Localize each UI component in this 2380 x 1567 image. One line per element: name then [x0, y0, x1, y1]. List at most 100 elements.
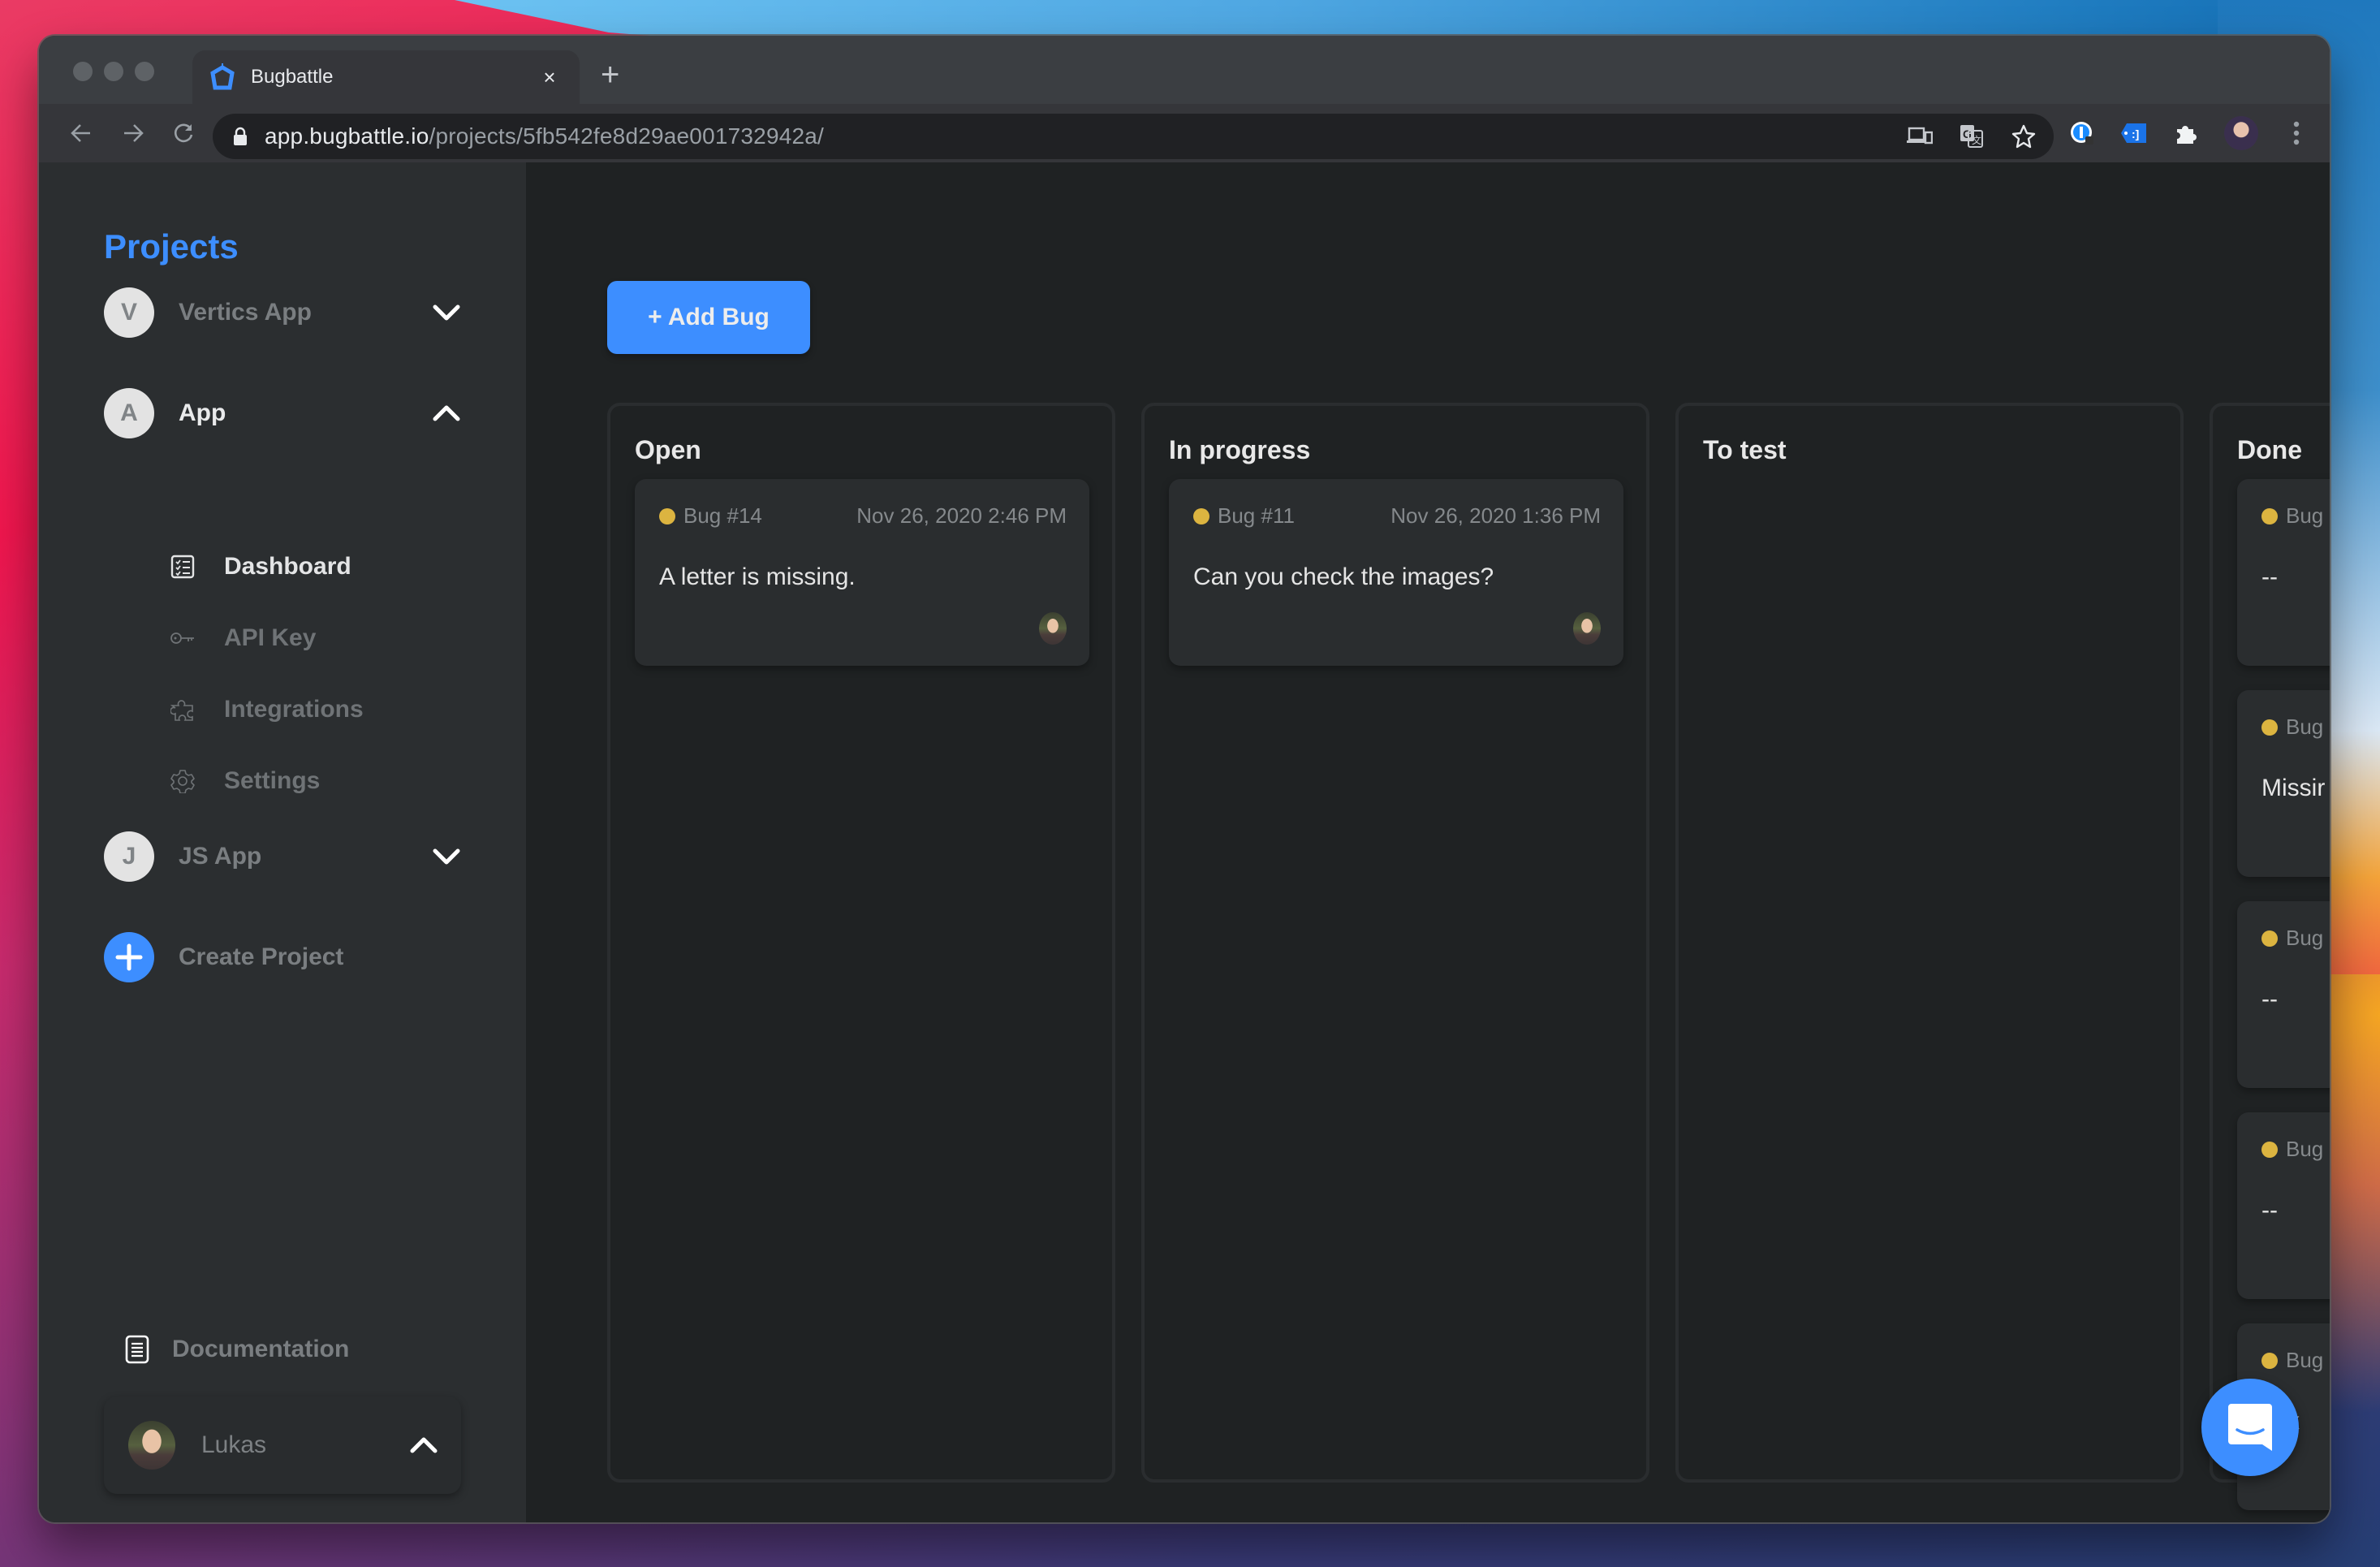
url-path: /projects/5fb542fe8d29ae001732942a/ [429, 123, 825, 149]
chat-icon [2228, 1404, 2272, 1451]
close-window-button[interactable] [73, 62, 93, 81]
project-vertics-app[interactable]: V Vertics App [104, 287, 461, 338]
documentation-label: Documentation [172, 1336, 350, 1362]
cast-icon[interactable] [1906, 123, 1934, 150]
tab-close-icon[interactable]: × [537, 65, 562, 90]
column-to-test: To test [1675, 403, 2184, 1483]
bug-description: A letter is missing. [659, 563, 856, 590]
status-dot [2261, 1353, 2278, 1369]
project-avatar: A [104, 388, 154, 438]
bug-id: Bug [2286, 1348, 2324, 1372]
tag-extension-icon[interactable]: :] [2120, 119, 2148, 147]
bug-card[interactable]: Bug Missir [2237, 690, 2330, 877]
documentation-link[interactable]: Documentation [125, 1335, 349, 1364]
puzzle-icon [170, 697, 195, 722]
bug-description: Missir [2261, 775, 2326, 801]
status-dot [2261, 1142, 2278, 1158]
bug-date: Nov 26, 2020 1:36 PM [1390, 503, 1601, 528]
status-dot [2261, 508, 2278, 524]
forward-icon[interactable] [115, 115, 151, 151]
bug-id: Bug #14 [683, 503, 762, 528]
sidebar: Projects V Vertics App A App Dashboard A… [39, 162, 526, 1522]
menu-kebab-icon[interactable] [2283, 119, 2310, 147]
sidebar-item-integrations[interactable]: Integrations [170, 692, 364, 727]
column-open: Open Bug #14 Nov 26, 2020 2:46 PM A lett… [607, 403, 1115, 1483]
bug-card[interactable]: Bug -- [2237, 1112, 2330, 1299]
column-title: To test [1703, 435, 1787, 464]
project-name: App [179, 399, 226, 426]
reload-icon[interactable] [166, 115, 201, 151]
profile-avatar[interactable] [2224, 116, 2258, 150]
add-bug-button[interactable]: + Add Bug [607, 281, 810, 354]
create-project-label: Create Project [179, 943, 344, 970]
browser-window: Bugbattle × + app.bugbattle.io/projects/… [39, 36, 2330, 1522]
svg-text::]: :] [2132, 127, 2139, 140]
extension-icons: :] [2068, 104, 2310, 162]
board: + Add Bug Open Bug #14 Nov 26, 2020 2:46… [526, 162, 2330, 1522]
bug-id: Bug [2286, 714, 2324, 739]
create-project-button[interactable]: Create Project [104, 932, 461, 982]
document-icon [125, 1335, 149, 1364]
svg-text:G: G [1963, 127, 1972, 140]
project-js-app[interactable]: J JS App [104, 831, 461, 882]
extensions-puzzle-icon[interactable] [2172, 119, 2200, 147]
bug-card[interactable]: Bug #11 Nov 26, 2020 1:36 PM Can you che… [1169, 479, 1623, 666]
chevron-down-icon[interactable] [432, 847, 461, 866]
password-manager-extension-icon[interactable] [2068, 119, 2096, 147]
plus-icon [104, 932, 154, 982]
translate-icon[interactable]: G文 [1958, 123, 1985, 150]
app-viewport: Projects V Vertics App A App Dashboard A… [39, 162, 2330, 1522]
address-bar[interactable]: app.bugbattle.io/projects/5fb542fe8d29ae… [213, 114, 2054, 159]
column-title: Open [635, 435, 701, 464]
chevron-up-icon[interactable] [432, 404, 461, 423]
url-text: app.bugbattle.io/projects/5fb542fe8d29ae… [265, 123, 824, 149]
checklist-icon [170, 555, 195, 579]
browser-tab-bugbattle[interactable]: Bugbattle × [192, 50, 580, 104]
sidebar-item-api-key[interactable]: API Key [170, 620, 316, 656]
bug-description: -- [2261, 986, 2278, 1012]
user-menu[interactable]: Lukas [104, 1396, 461, 1494]
sidebar-item-dashboard[interactable]: Dashboard [170, 549, 351, 585]
new-tab-button[interactable]: + [601, 58, 619, 91]
url-host: app.bugbattle.io [265, 123, 429, 149]
sidebar-item-label: Settings [224, 767, 321, 794]
bug-description: Can you check the images? [1193, 563, 1494, 590]
chevron-up-icon[interactable] [409, 1435, 438, 1455]
svg-text:文: 文 [1972, 134, 1981, 146]
column-done: Done Bug -- Bug Missir Bug -- Bug -- Bug [2210, 403, 2330, 1510]
window-controls [73, 62, 154, 81]
column-title: In progress [1169, 435, 1311, 464]
support-chat-button[interactable] [2201, 1379, 2299, 1476]
bug-card[interactable]: Bug -- [2237, 901, 2330, 1088]
status-dot [1193, 508, 1209, 524]
tab-title: Bugbattle [251, 66, 334, 88]
bug-card[interactable]: Bug #14 Nov 26, 2020 2:46 PM A letter is… [635, 479, 1089, 666]
status-dot [2261, 719, 2278, 736]
bug-description: -- [2261, 563, 2278, 590]
bug-card[interactable]: Bug -- [2237, 479, 2330, 666]
project-avatar: V [104, 287, 154, 338]
chevron-down-icon[interactable] [432, 303, 461, 322]
bug-id: Bug [2286, 926, 2324, 950]
project-app[interactable]: A App [104, 388, 461, 438]
sidebar-item-label: API Key [224, 624, 317, 651]
tab-bar: Bugbattle × + [39, 36, 2330, 104]
sidebar-title: Projects [104, 227, 239, 265]
user-name: Lukas [201, 1431, 267, 1458]
column-title: Done [2237, 435, 2302, 464]
bug-id: Bug #11 [1218, 503, 1295, 528]
minimize-window-button[interactable] [104, 62, 123, 81]
project-avatar: J [104, 831, 154, 882]
bookmark-star-icon[interactable] [2010, 123, 2037, 150]
project-name: Vertics App [179, 299, 312, 326]
status-dot [2261, 930, 2278, 947]
sidebar-item-settings[interactable]: Settings [170, 763, 320, 799]
bug-id: Bug [2286, 1137, 2324, 1161]
bug-description: -- [2261, 1197, 2278, 1224]
user-avatar [128, 1421, 175, 1470]
sidebar-item-label: Dashboard [224, 553, 351, 580]
lock-icon [234, 127, 247, 145]
maximize-window-button[interactable] [135, 62, 154, 81]
assignee-avatar [1039, 612, 1067, 645]
back-icon[interactable] [63, 115, 99, 151]
